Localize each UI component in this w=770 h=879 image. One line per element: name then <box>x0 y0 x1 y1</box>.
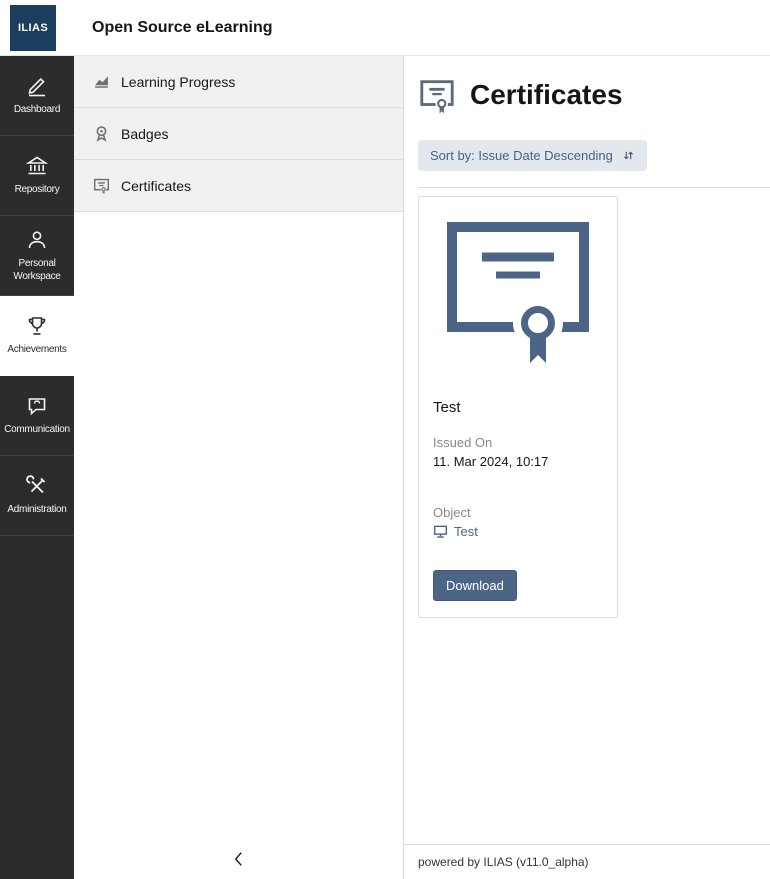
menu-item-badges[interactable]: Badges <box>74 108 403 160</box>
crossed-tools-icon <box>25 474 49 498</box>
main-content: Certificates Sort by: Issue Date Descend… <box>404 56 770 879</box>
page-header: Certificates <box>418 76 770 114</box>
building-icon <box>25 154 49 178</box>
sidebar-item-label: Administration <box>7 504 66 517</box>
sidebar-item-repository[interactable]: Repository <box>0 136 74 216</box>
powered-by-text: powered by ILIAS (v11.0_alpha) <box>418 855 589 869</box>
sidebar-item-label: Personal Workspace <box>2 258 72 283</box>
sort-button[interactable]: Sort by: Issue Date Descending <box>418 140 647 171</box>
sidebar-item-achievements[interactable]: Achievements <box>0 296 74 376</box>
object-property: Object Test <box>433 505 478 544</box>
top-header: ILIAS Open Source eLearning <box>0 0 770 56</box>
certificate-card: Test Issued On 11. Mar 2024, 10:17 Objec… <box>418 196 618 618</box>
speech-bubble-icon <box>25 394 49 418</box>
sidebar-item-communication[interactable]: Communication <box>0 376 74 456</box>
sidebar-item-label: Repository <box>15 184 60 197</box>
badge-icon <box>93 125 110 142</box>
sidebar-item-label: Communication <box>4 424 70 437</box>
person-icon <box>25 228 49 252</box>
app-title: Open Source eLearning <box>92 19 272 37</box>
pen-icon <box>25 74 49 98</box>
page: ILIAS Open Source eLearning Dashboard <box>0 0 770 879</box>
menu-item-learning-progress[interactable]: Learning Progress <box>74 56 403 108</box>
download-button[interactable]: Download <box>433 570 517 601</box>
divider <box>418 187 770 188</box>
certificate-icon <box>93 177 110 194</box>
menu-item-certificates[interactable]: Certificates <box>74 160 403 212</box>
menu-item-label: Certificates <box>121 178 191 194</box>
certificate-card-content: Test Issued On 11. Mar 2024, 10:17 Objec… <box>419 371 617 617</box>
chart-icon <box>93 73 110 90</box>
up-down-arrows-icon <box>622 149 635 162</box>
menu-item-label: Badges <box>121 126 168 142</box>
sidebar-item-personal-workspace[interactable]: Personal Workspace <box>0 216 74 296</box>
slate-bottom-bar <box>74 841 403 879</box>
certificate-icon <box>418 76 456 114</box>
main-footer: powered by ILIAS (v11.0_alpha) <box>404 844 770 879</box>
object-label: Object <box>433 505 478 520</box>
app-body: Dashboard Repository <box>0 56 770 879</box>
sidebar-item-label: Achievements <box>7 344 66 357</box>
sidebar-item-label: Dashboard <box>14 104 60 117</box>
sidebar-item-administration[interactable]: Administration <box>0 456 74 536</box>
achievements-submenu: Learning Progress Badges <box>74 56 404 879</box>
object-link[interactable]: Test <box>433 524 478 539</box>
sort-button-label: Sort by: Issue Date Descending <box>430 148 613 163</box>
issued-on-label: Issued On <box>433 435 548 450</box>
sidebar-item-dashboard[interactable]: Dashboard <box>0 56 74 136</box>
chevron-left-icon <box>231 849 246 872</box>
collapse-slate-button[interactable] <box>223 845 254 876</box>
ilias-logo-text: ILIAS <box>18 22 48 34</box>
page-title: Certificates <box>470 79 623 111</box>
menu-item-label: Learning Progress <box>121 74 235 90</box>
issued-on-value: 11. Mar 2024, 10:17 <box>433 454 548 469</box>
ilias-logo[interactable]: ILIAS <box>10 5 56 51</box>
test-object-icon <box>433 524 448 539</box>
issued-on-property: Issued On 11. Mar 2024, 10:17 <box>433 435 548 469</box>
certificate-illustration <box>419 197 617 371</box>
certificate-title: Test <box>433 399 461 416</box>
object-link-label: Test <box>454 524 478 539</box>
main-nav-sidebar: Dashboard Repository <box>0 56 74 879</box>
trophy-icon <box>25 314 49 338</box>
content-body: Certificates Sort by: Issue Date Descend… <box>404 56 770 844</box>
